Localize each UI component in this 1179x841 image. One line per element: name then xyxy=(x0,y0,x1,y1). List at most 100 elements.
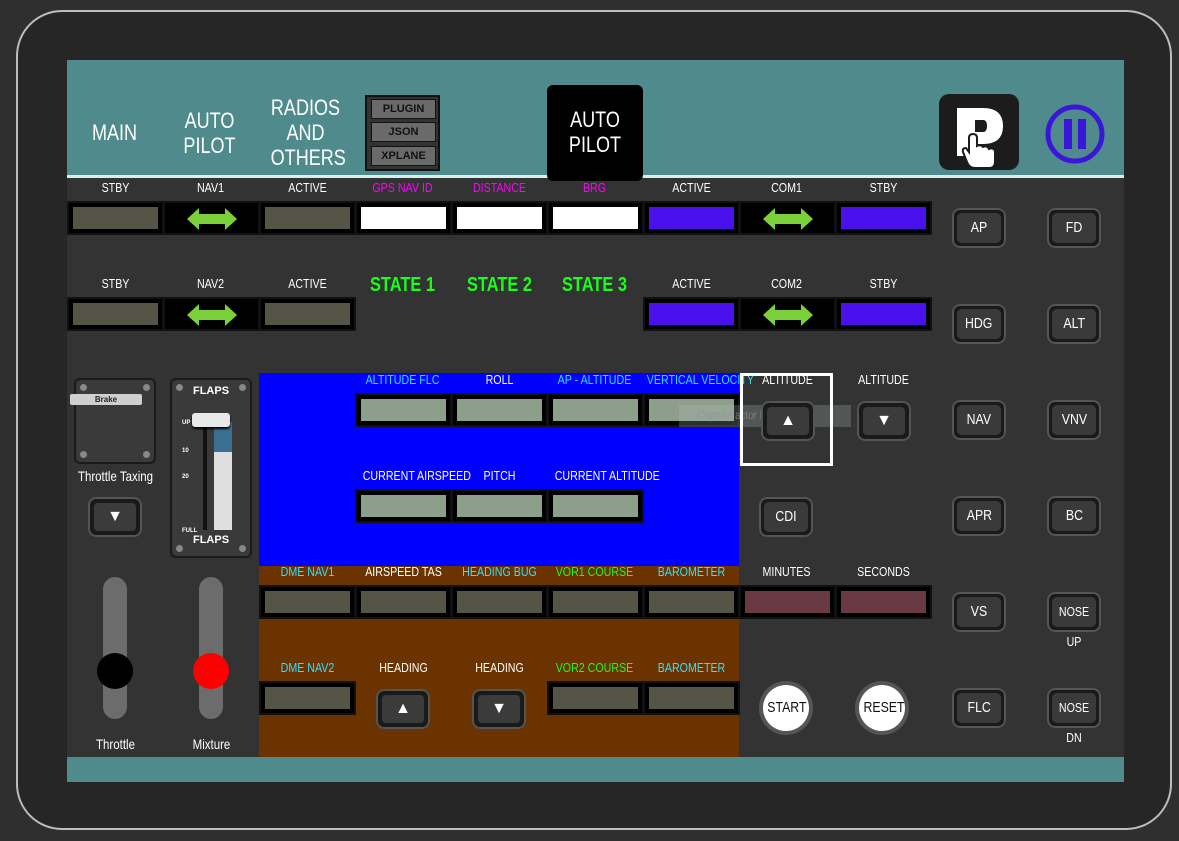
dme-nav1-display xyxy=(259,585,356,619)
ap-button[interactable]: AP xyxy=(952,208,1006,248)
heading-bug-label: HEADING BUG xyxy=(462,564,537,579)
fd-button[interactable]: FD xyxy=(1047,208,1101,248)
vs-label: VS xyxy=(970,603,988,620)
nav-radios-tab[interactable]: RADIOS AND OTHERS xyxy=(270,95,346,170)
nav1-label: NAV1 xyxy=(196,180,225,195)
brake-control[interactable]: Brake xyxy=(70,378,156,464)
mixture-knob[interactable] xyxy=(193,653,229,689)
com1-label: COM1 xyxy=(771,180,802,195)
up-arrow-icon: ▲ xyxy=(767,407,809,435)
vor1-course-display xyxy=(547,585,644,619)
gps-nav-id-display xyxy=(355,201,452,235)
xplane-button[interactable]: XPLANE xyxy=(371,146,436,166)
nav-autopilot-tab[interactable]: AUTO PILOT xyxy=(179,108,241,158)
com1-swap-button[interactable] xyxy=(739,201,836,235)
heading-bug-display xyxy=(451,585,548,619)
airspeed-tas-label: AIRSPEED TAS xyxy=(365,564,442,579)
nav2-active-display xyxy=(259,297,356,331)
pitch-display xyxy=(451,489,548,523)
flaps-top-label: FLAPS xyxy=(192,385,230,397)
pause-icon[interactable] xyxy=(1043,102,1107,166)
bc-button[interactable]: BC xyxy=(1047,496,1101,536)
nav-autopilot-label-2: PILOT xyxy=(183,133,236,158)
flaps-lever[interactable]: FLAPS FLAPS UP 10 20 FULL xyxy=(170,378,252,558)
vor1-course-label: VOR1 COURSE xyxy=(555,564,634,579)
vnv-button[interactable]: VNV xyxy=(1047,400,1101,440)
hdg-label: HDG xyxy=(965,315,993,332)
nav2-swap-button[interactable] xyxy=(163,297,260,331)
app-logo-icon[interactable] xyxy=(939,94,1019,170)
throttle-slider[interactable] xyxy=(97,577,133,719)
screw-icon xyxy=(143,384,150,391)
cdi-button[interactable]: CDI xyxy=(759,497,813,537)
vnv-label: VNV xyxy=(1061,411,1087,428)
json-button[interactable]: JSON xyxy=(371,122,436,142)
up-arrow-icon: ▲ xyxy=(382,695,424,723)
minutes-display xyxy=(739,585,836,619)
heading-up-button[interactable]: ▲ xyxy=(376,689,430,729)
nose-up-button[interactable]: NOSE UP xyxy=(1047,592,1101,649)
heading-down-button[interactable]: ▼ xyxy=(472,689,526,729)
apr-label: APR xyxy=(966,507,992,524)
throttle-taxing-down-button[interactable]: ▼ xyxy=(88,497,142,537)
altitude-flc-display xyxy=(355,393,452,427)
minutes-label: MINUTES xyxy=(762,564,811,579)
flaps-handle[interactable] xyxy=(192,413,230,427)
roll-display xyxy=(451,393,548,427)
brake-handle[interactable]: Brake xyxy=(70,394,142,405)
stby-nav2-label: STBY xyxy=(101,276,130,291)
current-airspeed-display xyxy=(355,489,452,523)
active-com2-label: ACTIVE xyxy=(672,276,711,291)
alt-button[interactable]: ALT xyxy=(1047,304,1101,344)
altitude-down-button[interactable]: ▼ xyxy=(857,401,911,441)
nav1-active-display xyxy=(259,201,356,235)
apr-button[interactable]: APR xyxy=(952,496,1006,536)
vertical-velocity-label: VERTICAL VELOCITY xyxy=(646,372,754,387)
nav-button[interactable]: NAV xyxy=(952,400,1006,440)
active-tab-label-2: PILOT xyxy=(568,132,622,157)
start-button[interactable]: START xyxy=(759,681,813,735)
plugin-button[interactable]: PLUGIN xyxy=(371,99,436,119)
stby-com2-label: STBY xyxy=(869,276,898,291)
flc-button[interactable]: FLC xyxy=(952,688,1006,728)
cdi-label: CDI xyxy=(775,508,797,525)
nose-up-label: NOSE UP xyxy=(1058,604,1090,649)
seconds-label: SECONDS xyxy=(857,564,910,579)
dme-nav2-display xyxy=(259,681,356,715)
gps-nav-id-label: GPS NAV ID xyxy=(372,180,433,195)
mixture-slider[interactable] xyxy=(193,577,229,719)
com2-label: COM2 xyxy=(771,276,802,291)
distance-display xyxy=(451,201,548,235)
active-tab-label-1: AUTO xyxy=(570,107,620,132)
reset-button[interactable]: RESET xyxy=(855,681,909,735)
screw-icon xyxy=(239,545,246,552)
com2-swap-button[interactable] xyxy=(739,297,836,331)
stby-nav1-label: STBY xyxy=(101,180,130,195)
brg-display xyxy=(547,201,644,235)
screw-icon xyxy=(80,451,87,458)
pitch-label: PITCH xyxy=(483,468,516,483)
seconds-display xyxy=(835,585,932,619)
flaps-full-mark: FULL xyxy=(182,528,198,534)
hdg-button[interactable]: HDG xyxy=(952,304,1006,344)
current-altitude-display xyxy=(547,489,644,523)
nav-main-tab[interactable]: MAIN xyxy=(84,120,146,145)
roll-label: ROLL xyxy=(485,372,514,387)
stby-com1-label: STBY xyxy=(869,180,898,195)
screw-icon xyxy=(80,384,87,391)
nav-autopilot-active-tab[interactable]: AUTO PILOT xyxy=(547,85,643,181)
nav1-swap-button[interactable] xyxy=(163,201,260,235)
nav-label: NAV xyxy=(966,411,992,428)
ap-altitude-label: AP - ALTITUDE xyxy=(557,372,632,387)
nav-radios-label-3: OTHERS xyxy=(270,145,346,170)
throttle-knob[interactable] xyxy=(97,653,133,689)
vs-button[interactable]: VS xyxy=(952,592,1006,632)
bottom-bar xyxy=(67,757,1124,782)
vor2-course-display xyxy=(547,681,644,715)
nose-dn-button[interactable]: NOSE DN xyxy=(1047,688,1101,745)
brg-label: BRG xyxy=(582,180,607,195)
ap-altitude-display xyxy=(547,393,644,427)
altitude-up-button[interactable]: ▲ xyxy=(761,401,815,441)
com2-stby-display xyxy=(835,297,932,331)
dme-nav2-label: DME NAV2 xyxy=(280,660,335,675)
